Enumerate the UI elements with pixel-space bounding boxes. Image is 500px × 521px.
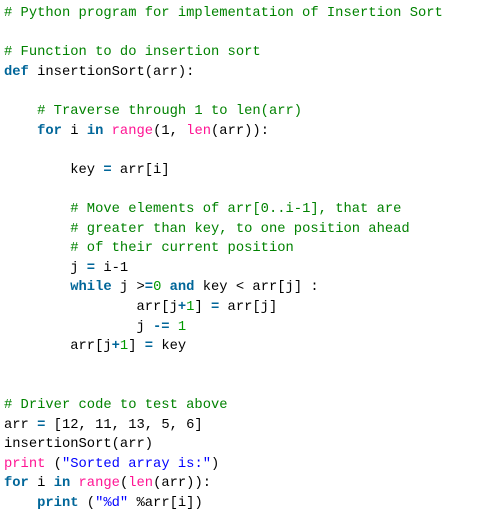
code-token-keyword: for — [4, 476, 29, 492]
code-token-plain: j — [4, 260, 87, 276]
code-token-op: = — [86, 260, 96, 276]
code-line: # Driver code to test above — [4, 396, 228, 416]
code-token-keyword: print — [37, 496, 79, 511]
code-line: while j >=0 and key < arr[j] : — [4, 278, 319, 298]
code-token-comment: # Move elements of arr[0..i-1], that are — [70, 202, 402, 217]
code-token-plain: insertionSort(arr) — [4, 437, 154, 453]
code-token-keyword: for — [37, 123, 62, 139]
code-token-plain: arr[i] — [111, 162, 170, 178]
code-token-plain: %arr[i]) — [128, 496, 203, 511]
code-token-plain: ] — [194, 300, 211, 315]
code-token-keyword: in — [53, 476, 71, 492]
code-token-keyword: in — [86, 123, 104, 139]
code-token-keyword: def — [4, 64, 29, 80]
code-line: insertionSort(arr) — [4, 435, 153, 455]
code-token-plain: j — [4, 319, 154, 335]
code-line: arr[j+1] = arr[j] — [4, 298, 277, 318]
code-token-builtin: len — [186, 123, 212, 139]
code-token-plain: (arr)): — [211, 123, 269, 139]
code-line: # of their current position — [4, 239, 294, 259]
code-line: arr[j+1] = key — [4, 337, 186, 357]
code-line: # Move elements of arr[0..i-1], that are — [4, 200, 401, 220]
code-line: # Python program for implementation of I… — [4, 4, 443, 24]
code-token-plain: i — [61, 123, 87, 139]
code-token-plain: key — [4, 162, 104, 178]
code-line: arr = [12, 11, 13, 5, 6] — [4, 416, 203, 436]
code-token-comment: # greater than key, to one position ahea… — [70, 221, 410, 237]
code-token-plain: ( — [45, 456, 62, 472]
code-token-builtin: range — [111, 123, 154, 139]
code-line: j -= 1 — [4, 318, 186, 338]
code-token-plain: i-1 — [95, 260, 129, 276]
code-token-comment: # of their current position — [70, 241, 294, 257]
code-token-keyword: while — [70, 280, 112, 296]
code-token-comment: # Traverse through 1 to len(arr) — [37, 104, 303, 119]
code-line: for i in range(len(arr)): — [4, 474, 211, 494]
code-line: def insertionSort(arr): — [4, 63, 194, 83]
code-token-comment: # Python program for implementation of I… — [4, 6, 443, 21]
code-token-plain: [12, 11, 13, 5, 6] — [45, 417, 203, 433]
code-line: j = i-1 — [4, 259, 128, 279]
code-token-keyword: and — [169, 280, 195, 296]
code-line: for i in range(1, len(arr)): — [4, 122, 269, 142]
code-token-plain: ( — [78, 496, 96, 511]
code-token-plain: arr[j — [4, 339, 112, 355]
code-line: # Function to do insertion sort — [4, 43, 261, 63]
code-token-plain: arr[j — [4, 300, 178, 315]
code-token-plain: arr[j] — [219, 300, 278, 315]
code-token-builtin: print — [4, 456, 46, 472]
code-token-plain: ( — [119, 476, 129, 492]
code-token-plain: key < arr[j] : — [194, 280, 319, 296]
code-token-builtin: range — [78, 476, 120, 492]
code-line: print ("%d" %arr[i]) — [4, 494, 203, 514]
code-token-plain: (1, — [153, 123, 187, 139]
code-token-comment: # Function to do insertion sort — [4, 45, 261, 61]
code-token-plain: i — [28, 476, 54, 492]
code-token-plain: j > — [111, 280, 145, 296]
code-token-number: 1 — [177, 319, 187, 335]
code-line: key = arr[i] — [4, 161, 170, 181]
code-token-op: + — [111, 339, 120, 355]
code-line: print ("Sorted array is:") — [4, 455, 219, 475]
code-token-number: 1 — [119, 339, 129, 355]
code-token-op: = — [103, 162, 112, 178]
code-listing: # Python program for implementation of I… — [0, 0, 500, 521]
code-token-plain: ) — [211, 456, 220, 472]
code-token-op: = — [144, 339, 154, 355]
code-token-string: "Sorted array is:" — [61, 456, 211, 472]
code-line: # greater than key, to one position ahea… — [4, 220, 410, 240]
code-token-builtin: len — [128, 476, 154, 492]
code-token-plain: insertionSort(arr): — [28, 64, 195, 80]
code-token-plain: key — [153, 339, 187, 355]
code-line: # Traverse through 1 to len(arr) — [4, 102, 302, 122]
code-token-comment: # Driver code to test above — [4, 398, 228, 413]
code-token-op: = — [144, 280, 154, 296]
code-token-string: "%d" — [95, 496, 129, 511]
code-token-plain: arr — [4, 417, 38, 433]
code-token-op: -= — [153, 319, 170, 335]
code-token-plain: (arr)): — [153, 476, 212, 492]
code-token-plain: ] — [128, 339, 145, 355]
code-token-op: + — [177, 300, 187, 315]
